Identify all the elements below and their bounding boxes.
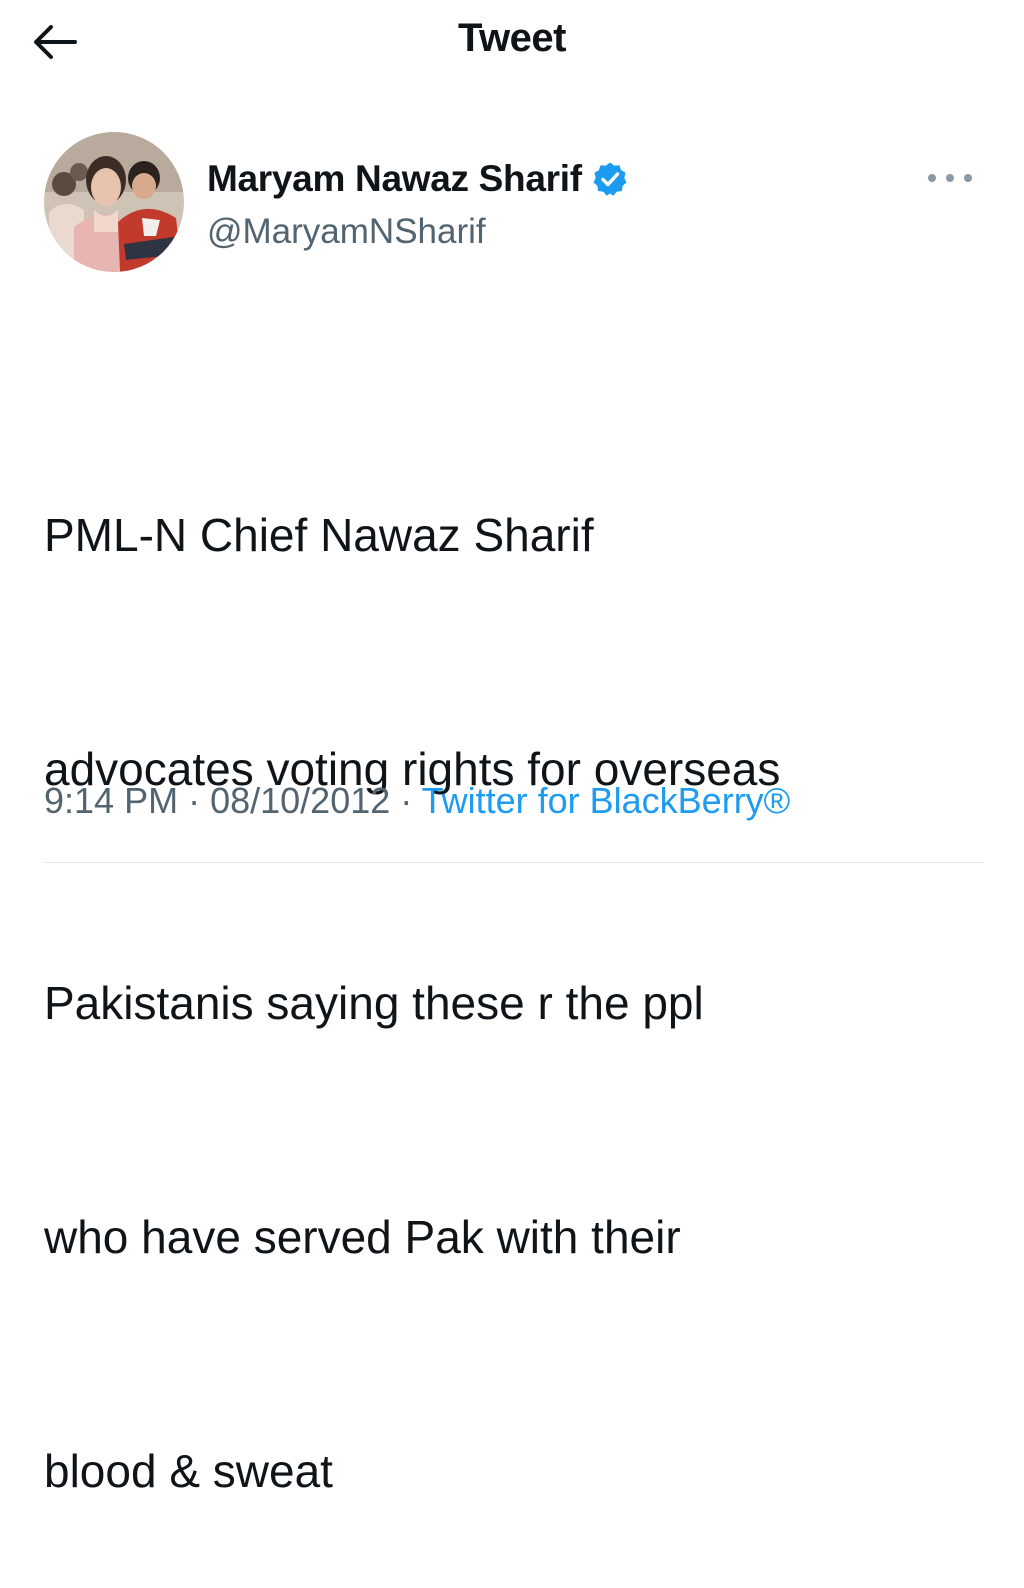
verified-badge-icon bbox=[593, 162, 627, 196]
more-options-button[interactable] bbox=[928, 166, 972, 190]
display-name-row[interactable]: Maryam Nawaz Sharif bbox=[207, 158, 628, 200]
divider bbox=[44, 862, 984, 863]
tweet-text-line: blood & sweat bbox=[44, 1445, 333, 1497]
tweet-text-line: Pakistanis saying these r the ppl bbox=[44, 977, 704, 1029]
top-bar: Tweet bbox=[0, 0, 1024, 90]
user-handle[interactable]: @MaryamNSharif bbox=[207, 212, 486, 252]
page-title: Tweet bbox=[458, 16, 566, 60]
avatar-photo bbox=[44, 132, 184, 272]
more-horizontal-icon-dot bbox=[928, 174, 936, 182]
tweet-text-line: who have served Pak with their bbox=[44, 1211, 681, 1263]
meta-separator: · bbox=[390, 780, 422, 821]
tweet-text: PML-N Chief Nawaz Sharif advocates votin… bbox=[44, 340, 984, 1588]
tweet-source-link[interactable]: Twitter for BlackBerry® bbox=[422, 780, 791, 821]
tweet-date[interactable]: 08/10/2012 bbox=[210, 780, 390, 821]
tweet-time[interactable]: 9:14 PM bbox=[44, 780, 178, 821]
tweet-author: Maryam Nawaz Sharif @MaryamNSharif bbox=[44, 132, 984, 276]
tweet-text-line: PML-N Chief Nawaz Sharif bbox=[44, 509, 594, 561]
more-horizontal-icon-dot bbox=[964, 174, 972, 182]
meta-separator: · bbox=[178, 780, 211, 821]
display-name: Maryam Nawaz Sharif bbox=[207, 158, 582, 199]
tweet-meta: 9:14 PM · 08/10/2012 · Twitter for Black… bbox=[44, 780, 984, 822]
more-horizontal-icon-dot bbox=[946, 174, 954, 182]
avatar[interactable] bbox=[44, 132, 184, 272]
